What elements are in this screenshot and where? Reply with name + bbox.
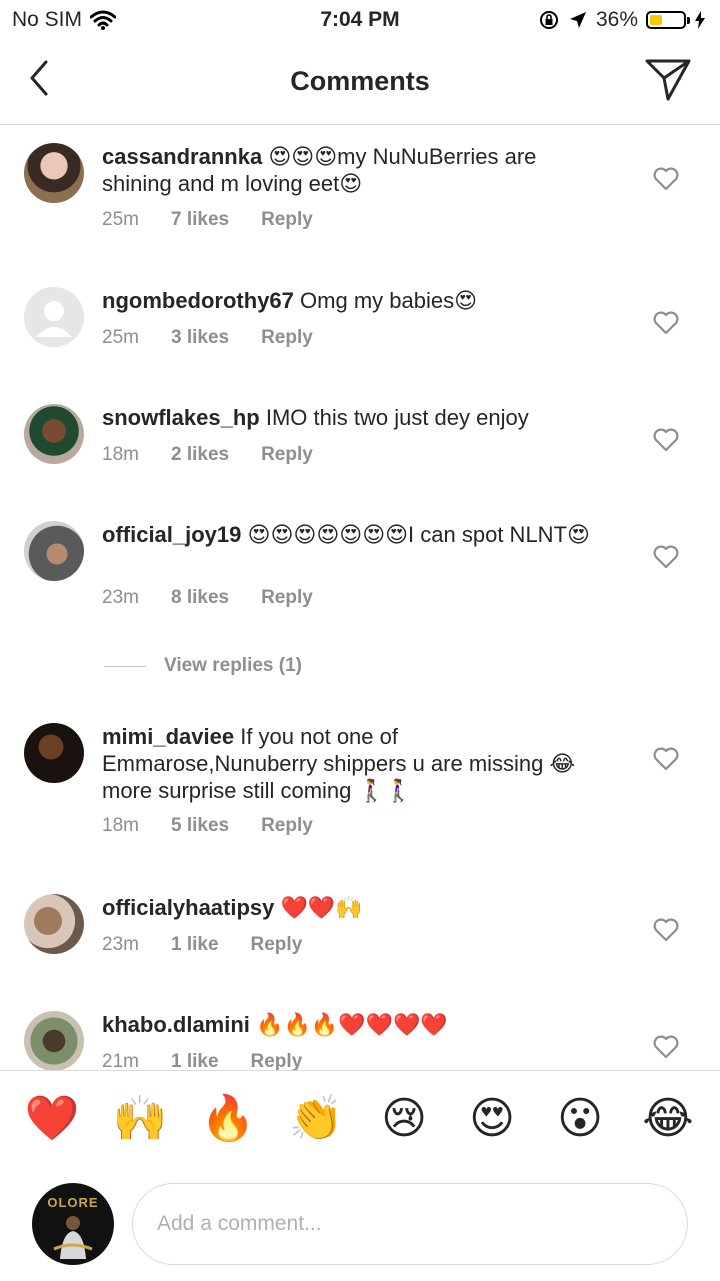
comment-text: 🔥🔥🔥❤️❤️❤️❤️: [256, 1012, 448, 1037]
comment-body: ngombedorothy67 Omg my babies😍: [102, 287, 607, 314]
comment-meta: 21m 1 like Reply: [102, 1051, 302, 1070]
comment-meta: 25m 3 likes Reply: [102, 327, 313, 349]
orientation-lock-icon: [539, 11, 558, 29]
comment-likes[interactable]: 8 likes: [171, 587, 229, 609]
like-heart-icon[interactable]: [653, 428, 679, 452]
like-heart-icon[interactable]: [653, 311, 679, 335]
comment-username[interactable]: khabo.dlamini: [102, 1012, 250, 1037]
comment-text: 😍😍😍😍😍😍😍I can spot NLNT😍: [247, 522, 590, 547]
avatar[interactable]: [24, 521, 84, 581]
comment-body: officialyhaatipsy ❤️❤️🙌: [102, 894, 607, 921]
status-bar: No SIM 7:04 PM 36%: [0, 0, 720, 40]
comment-username[interactable]: ngombedorothy67: [102, 288, 294, 313]
comment-time: 18m: [102, 815, 139, 836]
emoji-red-heart-button[interactable]: ❤️: [24, 1089, 80, 1149]
battery-percent: 36%: [595, 8, 638, 31]
like-heart-icon[interactable]: [653, 545, 679, 569]
like-heart-icon[interactable]: [653, 918, 679, 942]
comments-list[interactable]: cassandrannka 😍😍😍my NuNuBerries are shin…: [0, 125, 720, 1070]
comment-text: ❤️❤️🙌: [280, 895, 363, 920]
view-replies-label[interactable]: View replies (1): [164, 655, 302, 677]
comment-likes[interactable]: 5 likes: [171, 815, 229, 837]
emoji-tears-of-joy-button[interactable]: 😂: [640, 1089, 696, 1149]
avatar-figure: [53, 1216, 93, 1259]
location-arrow-icon: [569, 12, 586, 28]
like-heart-icon[interactable]: [653, 167, 679, 191]
default-user-icon: [36, 301, 72, 337]
comment-text: IMO this two just dey enjoy: [265, 405, 529, 430]
comment-likes[interactable]: 1 like: [171, 934, 219, 956]
comment-time: 18m: [102, 444, 139, 465]
comment-body: khabo.dlamini 🔥🔥🔥❤️❤️❤️❤️: [102, 1011, 607, 1038]
comment-time: 21m: [102, 1051, 139, 1070]
comment-composer: ❤️ 🙌 🔥 👏 😢 😍 😮 😂 OLORE: [0, 1070, 720, 1281]
comment-username[interactable]: snowflakes_hp: [102, 405, 260, 430]
comment-username[interactable]: mimi_daviee: [102, 724, 234, 749]
comment-text: Omg my babies😍: [300, 288, 478, 313]
avatar[interactable]: [24, 404, 84, 464]
comment-meta: 18m 2 likes Reply: [102, 444, 313, 466]
avatar[interactable]: [24, 894, 84, 954]
reply-button[interactable]: Reply: [251, 1051, 303, 1070]
divider-line: [104, 665, 146, 667]
comment-time: 23m: [102, 587, 139, 608]
comment-body: official_joy19 😍😍😍😍😍😍😍I can spot NLNT😍: [102, 521, 607, 548]
send-direct-icon[interactable]: [644, 56, 692, 102]
status-right: 36%: [538, 8, 706, 32]
comment-input[interactable]: [132, 1183, 688, 1265]
reply-button[interactable]: Reply: [261, 587, 313, 609]
quick-emoji-bar: ❤️ 🙌 🔥 👏 😢 😍 😮 😂: [0, 1089, 720, 1159]
comment-body: cassandrannka 😍😍😍my NuNuBerries are shin…: [102, 143, 607, 197]
reply-button[interactable]: Reply: [261, 327, 313, 349]
comment-likes[interactable]: 2 likes: [171, 444, 229, 466]
comment-meta: 23m 1 like Reply: [102, 934, 302, 956]
emoji-fire-button[interactable]: 🔥: [200, 1089, 256, 1149]
comment-meta: 18m 5 likes Reply: [102, 815, 313, 837]
avatar[interactable]: [24, 723, 84, 783]
battery-level: [650, 15, 662, 25]
comment-meta: 23m 8 likes Reply: [102, 587, 313, 609]
comment-time: 23m: [102, 934, 139, 955]
comment-likes[interactable]: 1 like: [171, 1051, 219, 1070]
reply-button[interactable]: Reply: [251, 934, 303, 956]
comment-username[interactable]: officialyhaatipsy: [102, 895, 274, 920]
like-heart-icon[interactable]: [653, 1035, 679, 1059]
comment-likes[interactable]: 7 likes: [171, 209, 229, 231]
avatar[interactable]: [24, 1011, 84, 1070]
reply-button[interactable]: Reply: [261, 815, 313, 837]
reply-button[interactable]: Reply: [261, 444, 313, 466]
view-replies-link[interactable]: View replies (1): [104, 655, 302, 677]
emoji-crying-button[interactable]: 😢: [376, 1089, 432, 1149]
nav-header: Comments: [0, 40, 720, 125]
comment-username[interactable]: official_joy19: [102, 522, 241, 547]
page-title: Comments: [290, 66, 430, 96]
charging-bolt-icon: [695, 11, 705, 29]
emoji-clapping-button[interactable]: 👏: [288, 1089, 344, 1149]
emoji-surprised-button[interactable]: 😮: [552, 1089, 608, 1149]
avatar[interactable]: [24, 143, 84, 203]
comment-body: snowflakes_hp IMO this two just dey enjo…: [102, 404, 607, 431]
emoji-heart-eyes-button[interactable]: 😍: [464, 1089, 520, 1149]
comment-username[interactable]: cassandrannka: [102, 144, 262, 169]
comment-likes[interactable]: 3 likes: [171, 327, 229, 349]
like-heart-icon[interactable]: [653, 747, 679, 771]
battery-icon: [646, 11, 690, 29]
avatar-placeholder[interactable]: [24, 287, 84, 347]
comment-meta: 25m 7 likes Reply: [102, 209, 313, 231]
current-user-avatar[interactable]: OLORE: [32, 1183, 114, 1265]
comment-time: 25m: [102, 327, 139, 348]
reply-button[interactable]: Reply: [261, 209, 313, 231]
comment-body: mimi_daviee If you not one of Emmarose,N…: [102, 723, 607, 804]
emoji-raised-hands-button[interactable]: 🙌: [112, 1089, 168, 1149]
comment-time: 25m: [102, 209, 139, 230]
